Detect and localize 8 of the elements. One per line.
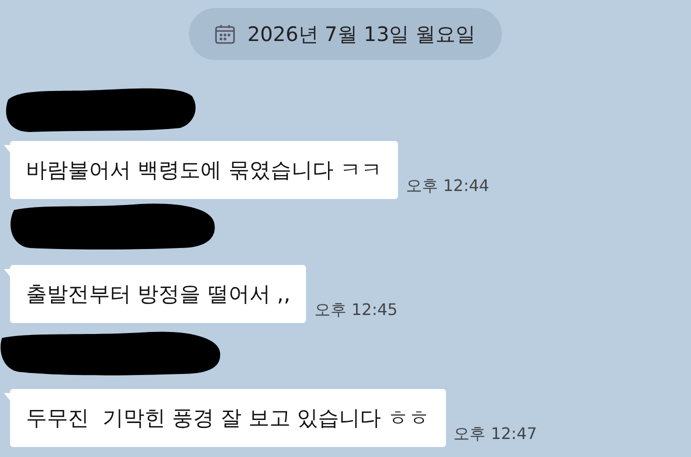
bubble-tail [4,269,12,279]
date-divider: 2026년 7월 13일 월요일 [189,8,502,60]
message-time: 오후 12:44 [406,176,490,197]
calendar-icon [213,22,238,46]
message-time: 오후 12:47 [454,424,537,445]
message-time: 오후 12:45 [314,300,398,321]
bubble-tail [4,393,12,403]
bubble-tail [4,145,12,155]
